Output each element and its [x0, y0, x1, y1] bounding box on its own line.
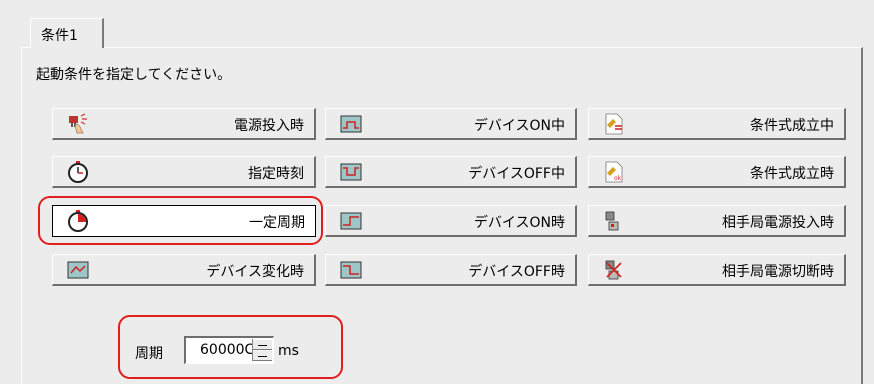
tab-condition1[interactable]: 条件1: [30, 18, 104, 48]
device-off-when-button[interactable]: デバイスOFF時: [325, 254, 577, 286]
period-value: 60000C: [200, 342, 255, 358]
condition-ok-icon: ok: [605, 161, 623, 183]
device-on-during-button[interactable]: デバイスON中: [325, 108, 577, 140]
condition-true-during-label: 条件式成立中: [750, 118, 834, 134]
specified-time-button[interactable]: 指定時刻: [52, 156, 316, 188]
device-off-during-icon: [340, 163, 362, 181]
instruction-text: 起動条件を指定してください。: [36, 67, 232, 83]
remote-power-off-icon: [605, 260, 622, 280]
device-off-edge-icon: [340, 261, 362, 279]
power-on-label: 電源投入時: [234, 118, 304, 134]
device-off-during-label: デバイスOFF中: [468, 166, 565, 182]
condition-true-when-label: 条件式成立時: [750, 166, 834, 182]
device-off-when-label: デバイスOFF時: [468, 264, 565, 280]
stopwatch-icon: [68, 210, 88, 232]
remote-power-off-label: 相手局電源切断時: [722, 264, 834, 280]
period-spinner[interactable]: [252, 339, 272, 361]
device-change-button[interactable]: デバイス変化時: [52, 254, 316, 286]
spinner-down-arrow-icon[interactable]: [253, 350, 272, 361]
spinner-up-arrow-icon[interactable]: [253, 339, 272, 350]
condition-true-when-button[interactable]: ok 条件式成立時: [588, 156, 846, 188]
power-plug-icon: [69, 113, 87, 134]
remote-power-on-button[interactable]: 相手局電源投入時: [588, 205, 846, 237]
remote-power-on-label: 相手局電源投入時: [722, 215, 834, 231]
specified-time-label: 指定時刻: [248, 166, 304, 182]
remote-power-off-button[interactable]: 相手局電源切断時: [588, 254, 846, 286]
device-on-edge-icon: [340, 212, 362, 230]
power-on-button[interactable]: 電源投入時: [52, 108, 316, 140]
stopwatch-icon: [68, 161, 88, 183]
condition-true-during-button[interactable]: 条件式成立中: [588, 108, 846, 140]
device-off-during-button[interactable]: デバイスOFF中: [325, 156, 577, 188]
condition-during-icon: [605, 113, 623, 135]
remote-power-on-icon: [605, 211, 619, 231]
tab-label: 条件1: [41, 28, 78, 44]
device-on-when-button[interactable]: デバイスON時: [325, 205, 577, 237]
period-unit: ms: [278, 343, 299, 359]
fixed-period-button[interactable]: 一定周期: [52, 205, 316, 237]
svg-text:ok: ok: [614, 175, 622, 182]
device-change-label: デバイス変化時: [206, 264, 304, 280]
device-on-during-label: デバイスON中: [473, 118, 565, 134]
device-on-during-icon: [340, 115, 362, 133]
fixed-period-label: 一定周期: [249, 215, 305, 231]
period-field[interactable]: 60000C: [184, 336, 274, 364]
device-on-when-label: デバイスON時: [473, 215, 565, 231]
period-label: 周期: [135, 346, 163, 362]
device-change-icon: [67, 261, 89, 279]
dialog: 条件1 起動条件を指定してください。 電源投入時 デバイスON中 条件式成立中: [0, 0, 874, 384]
